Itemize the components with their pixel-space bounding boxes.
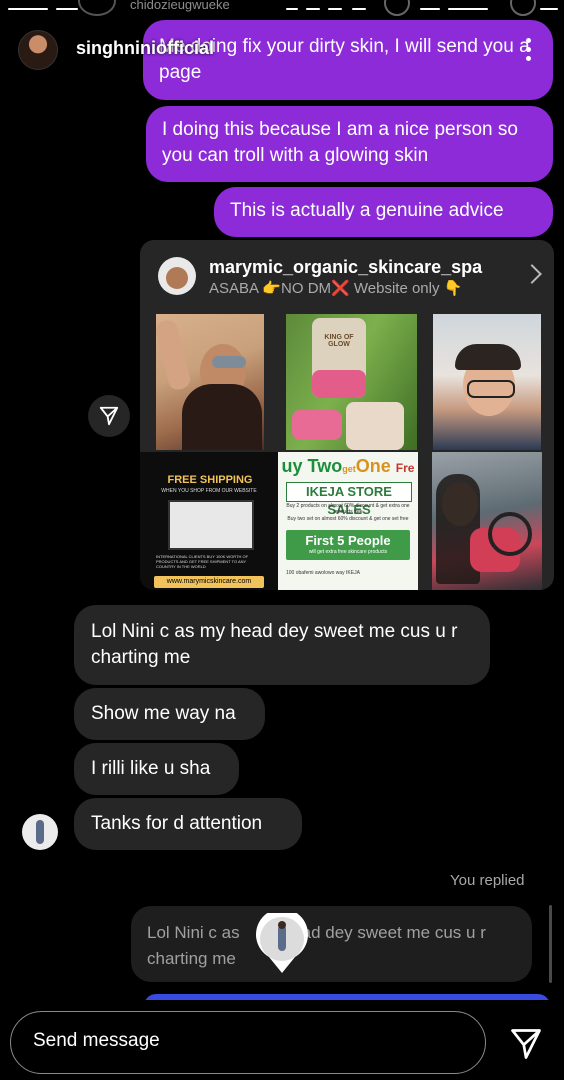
send-message-input[interactable]: Send message (10, 1011, 486, 1074)
story-avatar[interactable] (18, 30, 58, 70)
progress-segment (286, 8, 298, 10)
shared-post-card[interactable]: marymic_organic_skincare_spa ASABA 👉NO D… (140, 240, 554, 590)
free-shipping-url: www.marymicskincare.com (154, 576, 264, 588)
laptop-image (168, 500, 254, 550)
store-sales-line: Buy 2 products on almost 60% discount & … (286, 503, 410, 515)
post-thumbnail[interactable] (433, 314, 541, 450)
received-message-bubble[interactable]: Tanks for d attention (74, 798, 302, 850)
store-sales-address: 100 obafemi awolowo way IKEJA (286, 570, 360, 576)
progress-segment (352, 8, 366, 10)
progress-segment (420, 8, 440, 10)
free-shipping-text: INTERNATIONAL CLIENTS BUY 100K WORTH OF … (156, 554, 249, 569)
story-thumbnail-pin (256, 913, 308, 973)
profile-icon (510, 0, 536, 16)
quote-text: ad dey sweet me cus u r (301, 923, 486, 942)
top-username: chidozieugwueke (130, 0, 230, 12)
post-thumbnail-store-sales[interactable]: uy TwogetOne Fre IKEJA STORE SALES Buy 2… (278, 452, 418, 590)
send-icon[interactable] (508, 1026, 544, 1062)
sender-avatar[interactable] (22, 814, 58, 850)
replied-message-quote[interactable]: Lol Nini c as ad dey sweet me cus u r cha… (131, 906, 532, 982)
post-thumbnail[interactable] (432, 452, 542, 590)
story-username[interactable]: singhniniofficial (76, 38, 214, 59)
sent-message-bubble[interactable]: Me doing fix your dirty skin, I will sen… (143, 20, 553, 100)
progress-segment (8, 8, 48, 10)
free-shipping-subtitle: WHEN YOU SHOP FROM OUR WEBSITE (161, 488, 257, 494)
store-sales-banner: IKEJA STORE SALES (286, 482, 412, 517)
progress-segment (56, 8, 78, 10)
post-thumbnail[interactable] (156, 314, 264, 450)
post-author-avatar (158, 257, 196, 295)
store-sales-promo-title: First 5 People (305, 533, 391, 548)
top-avatar (78, 0, 116, 16)
store-sales-headline: uy TwogetOne Fre (281, 456, 415, 476)
post-thumbnail-free-shipping[interactable]: FREE SHIPPING WHEN YOU SHOP FROM OUR WEB… (140, 452, 278, 590)
store-sales-promo: First 5 People will get extra free skinc… (286, 530, 410, 560)
camera-icon (384, 0, 410, 16)
jar-label: KING OF GLOW (324, 334, 354, 348)
paper-plane-icon (99, 406, 119, 426)
chevron-right-icon (522, 264, 542, 284)
you-replied-label: You replied (450, 872, 525, 889)
sent-message-bubble[interactable]: This is actually a genuine advice (214, 187, 553, 237)
post-author-username: marymic_organic_skincare_spa (209, 257, 483, 277)
received-message-bubble[interactable]: Lol Nini c as my head dey sweet me cus u… (74, 605, 490, 685)
share-button[interactable] (88, 395, 130, 437)
store-sales-promo-subtitle: will get extra free skincare products (308, 549, 388, 555)
progress-segment (448, 8, 488, 10)
post-author-bio: ASABA 👉NO DM❌ Website only 👇 (209, 280, 463, 297)
store-sales-line: Buy two set on almost 60% discount & get… (287, 516, 409, 522)
more-vertical-icon[interactable] (526, 38, 532, 64)
scrollbar[interactable] (549, 905, 552, 983)
progress-segment (306, 8, 320, 10)
received-message-bubble[interactable]: I rilli like u sha (74, 743, 239, 795)
sent-message-bubble[interactable]: I doing this because I am a nice person … (146, 106, 553, 182)
free-shipping-title: FREE SHIPPING (167, 474, 253, 486)
post-thumbnail[interactable]: KING OF GLOW (286, 314, 417, 450)
quote-text: charting me (147, 949, 236, 968)
quote-text: Lol Nini c as (147, 923, 240, 942)
story-progress-strip: chidozieugwueke (0, 0, 564, 18)
progress-segment (540, 8, 558, 10)
received-message-bubble[interactable]: Show me way na (74, 688, 265, 740)
progress-segment (328, 8, 342, 10)
